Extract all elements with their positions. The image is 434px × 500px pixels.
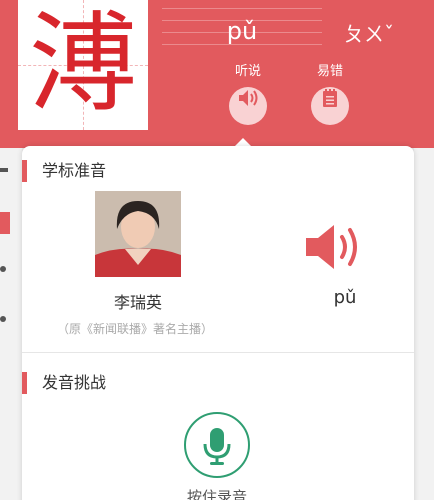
zhuyin-display: ㄆㄨˇ bbox=[344, 22, 394, 46]
character-glyph: 溥 bbox=[28, 2, 137, 127]
speaker-name: 李瑞英 bbox=[113, 293, 162, 312]
challenge-section-title-text: 发音挑战 bbox=[42, 373, 107, 392]
standard-section-title-text: 学标准音 bbox=[42, 161, 107, 180]
play-speaker-icon[interactable] bbox=[304, 222, 366, 276]
record-label: 按住录音 bbox=[186, 488, 247, 500]
mistakes-button[interactable]: 易错 bbox=[300, 60, 360, 125]
microphone-icon bbox=[203, 428, 231, 465]
header: 溥 pǔ ㄆㄨˇ 听说 易错 bbox=[0, 0, 434, 148]
mistakes-label: 易错 bbox=[316, 64, 343, 79]
pronunciation-popover: 学标准音 李瑞英 （原《新闻联播》著名主播） pǔ 发音挑战 按住录音 bbox=[22, 146, 414, 500]
character-card: 溥 bbox=[18, 0, 148, 130]
challenge-section-title: 发音挑战 bbox=[22, 372, 106, 394]
record-button[interactable] bbox=[184, 412, 250, 478]
speaker-description: （原《新闻联播》著名主播） bbox=[56, 322, 213, 336]
background-panel-right bbox=[414, 148, 434, 500]
background-panel-left bbox=[0, 148, 22, 500]
standard-pinyin: pǔ bbox=[333, 287, 357, 308]
standard-section-title: 学标准音 bbox=[22, 160, 106, 182]
speaker-avatar bbox=[95, 191, 181, 277]
listen-label: 听说 bbox=[234, 64, 261, 79]
listen-button[interactable]: 听说 bbox=[218, 60, 278, 125]
pinyin-display: pǔ bbox=[226, 17, 258, 45]
notepad-icon bbox=[311, 87, 349, 125]
speaker-icon bbox=[229, 87, 267, 125]
